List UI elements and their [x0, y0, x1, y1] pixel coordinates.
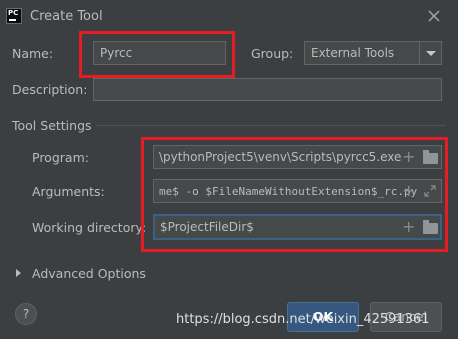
help-button[interactable]: ? [15, 303, 37, 325]
title-bar: PC Create Tool [0, 0, 458, 34]
description-input[interactable] [93, 78, 442, 101]
group-label: Group: [251, 46, 294, 61]
description-label: Description: [12, 82, 88, 97]
tool-settings-heading: Tool Settings [12, 118, 92, 133]
working-directory-label: Working directory: [32, 220, 147, 235]
section-divider [96, 125, 446, 126]
advanced-options-toggle[interactable]: Advanced Options [32, 266, 146, 281]
settings-highlight-box [141, 137, 448, 252]
chevron-down-icon[interactable] [419, 42, 441, 64]
chevron-right-icon[interactable] [16, 269, 21, 277]
arguments-label: Arguments: [32, 184, 105, 199]
name-highlight-box [79, 31, 235, 78]
name-label: Name: [12, 46, 54, 61]
pycharm-logo-icon: PC [6, 8, 22, 24]
program-label: Program: [32, 150, 89, 165]
dialog-title: Create Tool [30, 9, 103, 24]
watermark-text: https://blog.csdn.net/weixin_42591361 [176, 312, 430, 327]
group-select[interactable]: External Tools [304, 41, 442, 65]
close-icon[interactable] [424, 6, 444, 26]
